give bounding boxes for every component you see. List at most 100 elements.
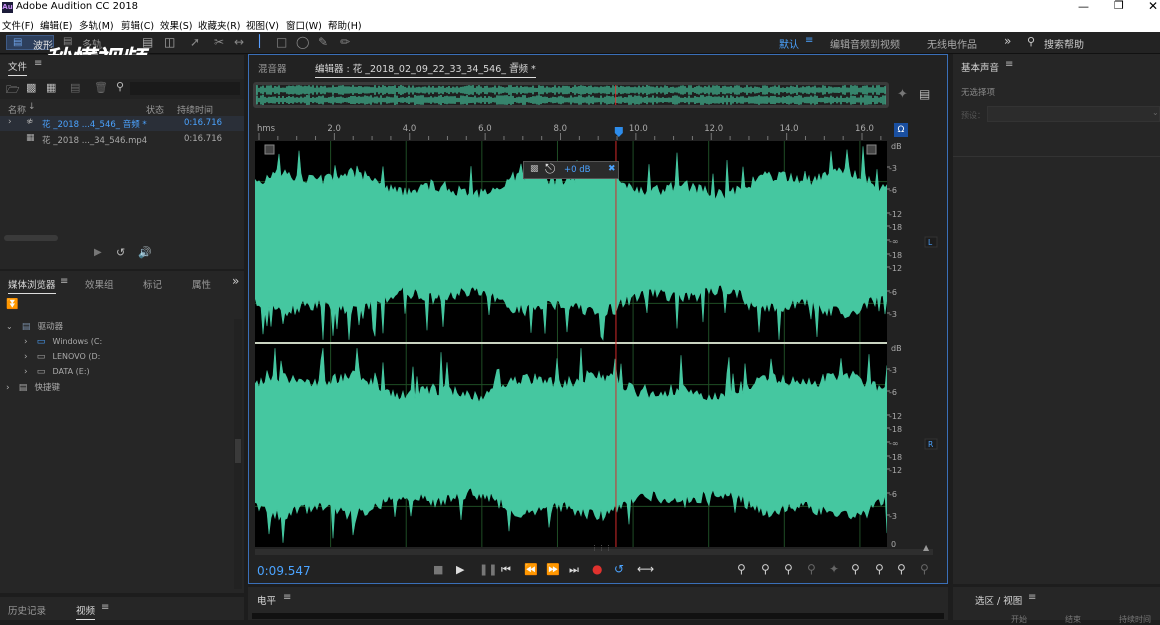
- restore-icon[interactable]: ❐: [1114, 0, 1124, 12]
- spectral-display-icon[interactable]: ▤: [142, 35, 153, 49]
- pause-button[interactable]: ❚❚: [479, 563, 497, 576]
- zoom-out-full-icon[interactable]: ✦: [829, 562, 839, 576]
- essential-sound-menu-icon[interactable]: ≡: [1005, 59, 1013, 70]
- editor-panel-menu-icon[interactable]: ≡: [511, 60, 519, 71]
- selection-view-title[interactable]: 选区 / 视图: [975, 593, 1022, 607]
- file-row-audio[interactable]: › ≉ 花 _2018 ...4_546_ 音频 * 0:16.716: [0, 116, 244, 131]
- gain-value[interactable]: +0 dB: [564, 165, 590, 175]
- search-help-input[interactable]: 搜索帮助: [1044, 36, 1154, 51]
- move-tool-icon[interactable]: ➚: [190, 35, 200, 49]
- menu-effects[interactable]: 效果(S): [160, 18, 192, 32]
- col-name[interactable]: 名称: [8, 103, 26, 116]
- record-button[interactable]: ●: [592, 562, 602, 576]
- play-button[interactable]: ▶: [456, 563, 464, 576]
- pitch-display-icon[interactable]: ◫: [164, 35, 175, 49]
- files-panel-menu-icon[interactable]: ≡: [34, 58, 42, 69]
- media-scrollbar[interactable]: [234, 319, 242, 589]
- expand-icon[interactable]: ›: [8, 117, 12, 127]
- selection-view-menu-icon[interactable]: ≡: [1028, 592, 1036, 603]
- expand-icon[interactable]: ›: [24, 367, 28, 377]
- workspace-edit-to-video[interactable]: 编辑音频到视频: [830, 36, 900, 51]
- spot-healing-tool-icon[interactable]: ✏: [340, 35, 350, 49]
- tree-drive-c[interactable]: › ▭ Windows (C:: [24, 336, 102, 347]
- play-preview-icon[interactable]: ▶: [94, 247, 102, 258]
- horizontal-scrollbar[interactable]: ⋮⋮⋮ ▲: [255, 543, 933, 555]
- tab-video[interactable]: 视频: [76, 603, 96, 620]
- media-panel-menu-icon[interactable]: ≡: [60, 276, 68, 287]
- rewind-button[interactable]: ⏪: [524, 563, 538, 576]
- zoom-in-overview-icon[interactable]: ✦: [897, 87, 908, 102]
- close-icon[interactable]: ✕: [1148, 0, 1158, 13]
- file-search-icon[interactable]: ⚲: [116, 80, 124, 93]
- workspace-default[interactable]: 默认: [779, 36, 799, 51]
- skip-selection-button[interactable]: ⟷: [637, 562, 654, 576]
- tree-shortcuts[interactable]: › ▤ 快捷键: [6, 381, 60, 393]
- new-file-icon[interactable]: ▦: [46, 81, 56, 94]
- collapse-icon[interactable]: ⌄: [6, 322, 13, 331]
- volume-icon[interactable]: 🔊: [138, 246, 152, 259]
- file-search-field[interactable]: [130, 82, 240, 95]
- loop-playback-button[interactable]: ↺: [614, 562, 624, 576]
- workspace-radio[interactable]: 无线电作品: [927, 36, 977, 51]
- current-time-display[interactable]: 0:09.547: [257, 564, 311, 578]
- slip-tool-icon[interactable]: ↔: [234, 35, 244, 49]
- scroll-up-icon[interactable]: ▲: [923, 543, 929, 552]
- insert-multitrack-icon[interactable]: ▤: [70, 81, 80, 94]
- loop-preview-icon[interactable]: ↺: [116, 246, 125, 259]
- menu-multitrack[interactable]: 多轨(M): [79, 18, 114, 32]
- expand-icon[interactable]: ›: [24, 337, 28, 347]
- media-scroll-thumb[interactable]: [235, 439, 241, 463]
- headphone-icon[interactable]: Ω: [894, 123, 908, 137]
- zoom-out-time-icon[interactable]: ⚲: [807, 562, 816, 576]
- zoom-in-time-icon[interactable]: ⚲: [784, 562, 793, 576]
- col-status[interactable]: 状态: [146, 103, 164, 116]
- close-file-icon[interactable]: 🗑: [94, 81, 108, 94]
- time-selection-tool-icon[interactable]: ∣: [256, 33, 263, 49]
- zoom-in-amplitude-icon[interactable]: ⚲: [737, 562, 746, 576]
- tree-drives[interactable]: ⌄ ▤ 驱动器: [6, 320, 63, 332]
- menu-help[interactable]: 帮助(H): [328, 18, 362, 32]
- time-ruler[interactable]: hms 2.0 4.0 6.0 8.0 10.0 12.0 14.0 16.0: [255, 121, 895, 141]
- menu-view[interactable]: 视图(V): [246, 18, 279, 32]
- menu-edit[interactable]: 编辑(E): [40, 18, 72, 32]
- files-tab[interactable]: 文件: [8, 59, 28, 76]
- zoom-out-amplitude-icon[interactable]: ⚲: [761, 562, 770, 576]
- brush-tool-icon[interactable]: ✎: [318, 35, 328, 49]
- open-file-icon[interactable]: 🗁: [6, 81, 20, 100]
- tab-properties[interactable]: 属性: [192, 277, 211, 291]
- more-tabs-icon[interactable]: »: [232, 274, 239, 288]
- levels-title[interactable]: 电平: [257, 593, 276, 607]
- file-row-video[interactable]: ▦ 花 _2018 ..._34_546.mp4 0:16.716: [0, 132, 244, 147]
- lasso-tool-icon[interactable]: ◯: [296, 35, 309, 49]
- tab-markers[interactable]: 标记: [143, 277, 162, 291]
- drive-import-icon[interactable]: ⏬: [6, 299, 18, 310]
- stop-button[interactable]: ■: [433, 563, 443, 576]
- menu-clip[interactable]: 剪辑(C): [121, 18, 154, 32]
- tree-drive-e[interactable]: › ▭ DATA (E:): [24, 366, 90, 377]
- more-workspaces-icon[interactable]: »: [1004, 34, 1011, 48]
- tab-editor[interactable]: 编辑器 : 花 _2018_02_09_22_33_34_546_ 音频 *: [315, 61, 536, 78]
- files-scrollbar[interactable]: [4, 235, 58, 241]
- waveform-svg[interactable]: [254, 141, 888, 547]
- workspace-menu-icon[interactable]: ≡: [805, 35, 813, 46]
- tree-drive-d[interactable]: › ▭ LENOVO (D:: [24, 351, 100, 362]
- expand-icon[interactable]: ›: [6, 383, 10, 393]
- fast-forward-button[interactable]: ⏩: [546, 563, 560, 576]
- tab-mixer[interactable]: 混音器: [258, 61, 287, 75]
- import-file-icon[interactable]: ▩: [26, 81, 36, 94]
- waveform-area[interactable]: ▩ ⎋ +0 dB ✖: [254, 141, 888, 547]
- tab-history[interactable]: 历史记录: [8, 603, 46, 617]
- menu-window[interactable]: 窗口(W): [286, 18, 322, 32]
- razor-tool-icon[interactable]: ✂: [214, 35, 224, 49]
- overview-menu-icon[interactable]: ▤: [919, 87, 930, 101]
- levels-menu-icon[interactable]: ≡: [283, 592, 291, 603]
- minimize-icon[interactable]: —: [1078, 0, 1089, 13]
- essential-sound-title[interactable]: 基本声音: [961, 60, 999, 74]
- gain-hud[interactable]: ▩ ⎋ +0 dB ✖: [523, 161, 619, 179]
- menu-favorites[interactable]: 收藏夹(R): [198, 18, 241, 32]
- video-panel-menu-icon[interactable]: ≡: [101, 602, 109, 613]
- zoom-out-edge-icon[interactable]: ⚲: [897, 562, 906, 576]
- gain-knob-icon[interactable]: ⎋: [545, 162, 555, 177]
- menu-file[interactable]: 文件(F): [2, 18, 34, 32]
- zoom-to-selection-icon[interactable]: ⚲: [851, 562, 860, 576]
